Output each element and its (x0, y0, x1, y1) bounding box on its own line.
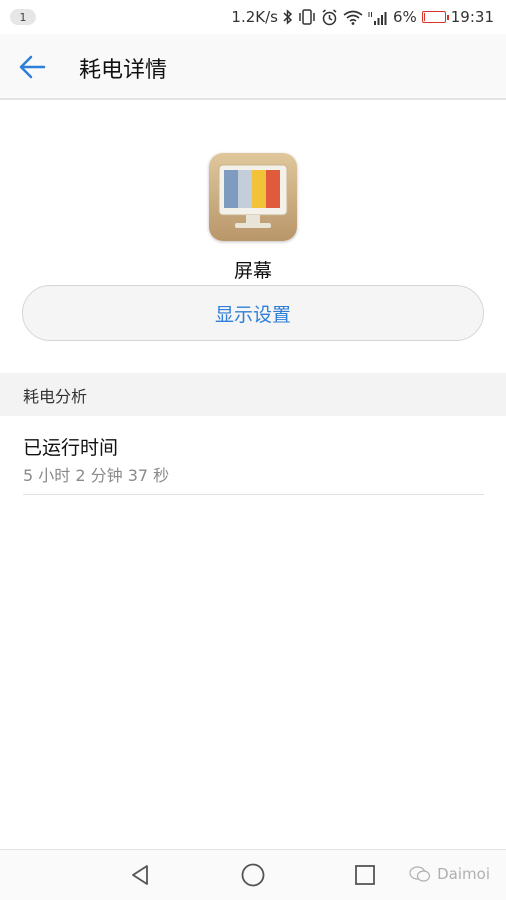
wechat-icon (409, 866, 431, 882)
item-value: 5 小时 2 分钟 37 秒 (23, 466, 170, 485)
divider (23, 494, 484, 495)
list-item-runtime: 已运行时间 5 小时 2 分钟 37 秒 (0, 416, 506, 495)
watermark: Daimoi (409, 865, 490, 883)
display-settings-button[interactable]: 显示设置 (22, 285, 484, 341)
wifi-icon (343, 10, 363, 25)
nav-recents-button[interactable] (351, 861, 379, 889)
app-bar: 耗电详情 (0, 34, 506, 100)
monitor-icon (209, 153, 297, 241)
status-bar: 1 1.2K/s 6% 19:31 (0, 0, 506, 34)
net-speed: 1.2K/s (231, 8, 278, 26)
nav-home-button[interactable] (239, 861, 267, 889)
app-name: 屏幕 (233, 260, 272, 282)
nav-back-button[interactable] (126, 861, 154, 889)
arrow-left-icon (19, 55, 46, 79)
battery-level (423, 13, 425, 21)
home-circle-icon (241, 863, 265, 887)
clock: 19:31 (450, 8, 494, 26)
recents-square-icon (355, 865, 375, 885)
page-title: 耗电详情 (79, 58, 168, 83)
vibrate-icon (298, 9, 316, 25)
back-triangle-icon (132, 865, 148, 885)
alarm-icon (321, 8, 338, 26)
battery-percent: 6% (392, 8, 417, 26)
battery-icon (421, 11, 449, 23)
notification-badge: 1 (10, 9, 36, 25)
bluetooth-icon (283, 9, 293, 25)
section-header: 耗电分析 (0, 373, 506, 416)
watermark-text: Daimoi (437, 865, 490, 883)
navigation-bar: Daimoi (0, 849, 506, 900)
status-icons: 1.2K/s 6% 19:31 (231, 0, 494, 34)
signal-icon (368, 10, 388, 25)
item-title: 已运行时间 (23, 437, 119, 459)
back-button[interactable] (18, 51, 58, 83)
